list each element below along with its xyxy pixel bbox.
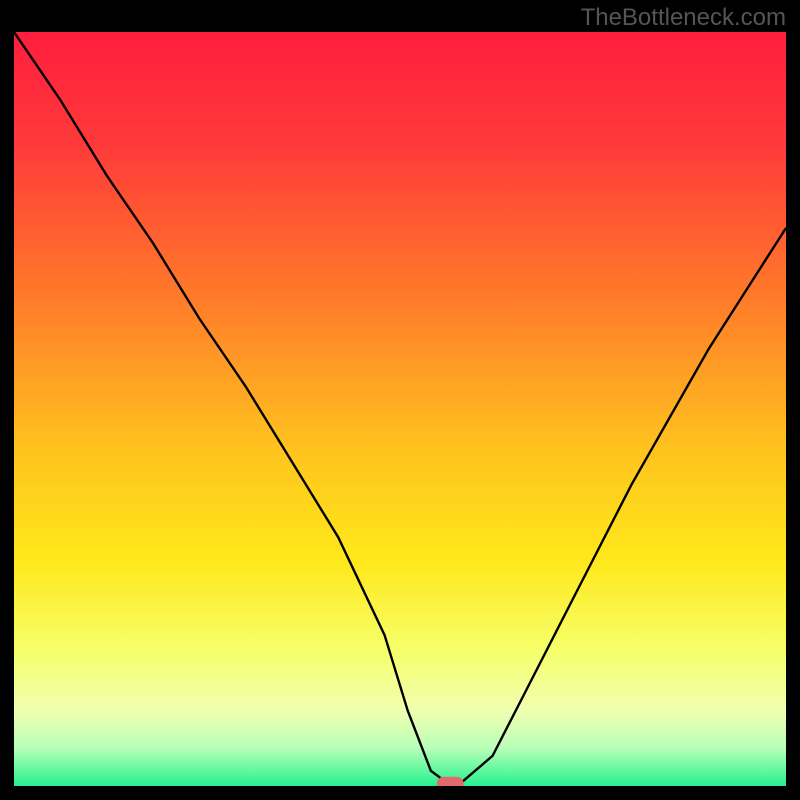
watermark-text: TheBottleneck.com xyxy=(581,4,786,32)
chart-plot-area xyxy=(14,32,786,786)
chart-background xyxy=(14,32,786,786)
optimal-point-marker xyxy=(437,777,464,786)
chart-svg xyxy=(14,32,786,786)
